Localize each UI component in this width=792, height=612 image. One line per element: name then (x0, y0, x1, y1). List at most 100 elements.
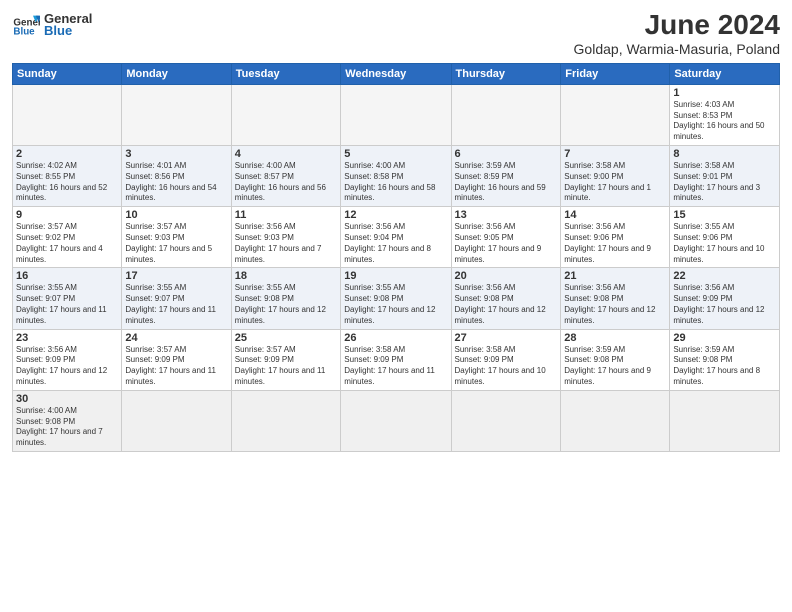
day-number: 30 (16, 393, 118, 405)
day-info: Sunrise: 3:55 AMSunset: 9:07 PMDaylight:… (125, 283, 227, 326)
title-block: June 2024 Goldap, Warmia-Masuria, Poland (574, 10, 780, 57)
day-info: Sunrise: 3:58 AMSunset: 9:00 PMDaylight:… (564, 161, 666, 204)
calendar-cell: 22 Sunrise: 3:56 AMSunset: 9:09 PMDaylig… (670, 268, 780, 329)
day-number: 20 (455, 270, 558, 282)
calendar-cell: 20 Sunrise: 3:56 AMSunset: 9:08 PMDaylig… (451, 268, 561, 329)
svg-text:Blue: Blue (13, 27, 35, 38)
calendar-cell: 5 Sunrise: 4:00 AMSunset: 8:58 PMDayligh… (341, 145, 451, 206)
day-info: Sunrise: 4:03 AMSunset: 8:53 PMDaylight:… (673, 100, 776, 143)
day-number: 6 (455, 148, 558, 160)
calendar-cell: 11 Sunrise: 3:56 AMSunset: 9:03 PMDaylig… (231, 207, 341, 268)
day-number: 10 (125, 209, 227, 221)
day-number: 11 (235, 209, 338, 221)
calendar-cell: 26 Sunrise: 3:58 AMSunset: 9:09 PMDaylig… (341, 329, 451, 390)
day-info: Sunrise: 3:56 AMSunset: 9:08 PMDaylight:… (455, 283, 558, 326)
calendar-cell: 3 Sunrise: 4:01 AMSunset: 8:56 PMDayligh… (122, 145, 231, 206)
day-number: 19 (344, 270, 447, 282)
calendar-cell (13, 84, 122, 145)
calendar-cell: 23 Sunrise: 3:56 AMSunset: 9:09 PMDaylig… (13, 329, 122, 390)
day-number: 25 (235, 332, 338, 344)
day-number: 12 (344, 209, 447, 221)
day-info: Sunrise: 4:00 AMSunset: 8:58 PMDaylight:… (344, 161, 447, 204)
day-info: Sunrise: 3:55 AMSunset: 9:06 PMDaylight:… (673, 222, 776, 265)
day-number: 13 (455, 209, 558, 221)
calendar-cell: 17 Sunrise: 3:55 AMSunset: 9:07 PMDaylig… (122, 268, 231, 329)
day-info: Sunrise: 3:58 AMSunset: 9:09 PMDaylight:… (455, 345, 558, 388)
day-number: 5 (344, 148, 447, 160)
page: General Blue General Blue June 2024 Gold… (0, 0, 792, 612)
calendar-week-row: 16 Sunrise: 3:55 AMSunset: 9:07 PMDaylig… (13, 268, 780, 329)
calendar-table: SundayMondayTuesdayWednesdayThursdayFrid… (12, 63, 780, 452)
calendar-header-thursday: Thursday (451, 63, 561, 84)
day-info: Sunrise: 3:59 AMSunset: 9:08 PMDaylight:… (564, 345, 666, 388)
calendar-cell: 30 Sunrise: 4:00 AMSunset: 9:08 PMDaylig… (13, 390, 122, 451)
calendar-cell: 2 Sunrise: 4:02 AMSunset: 8:55 PMDayligh… (13, 145, 122, 206)
day-info: Sunrise: 3:56 AMSunset: 9:04 PMDaylight:… (344, 222, 447, 265)
calendar-header-friday: Friday (561, 63, 670, 84)
calendar-cell (122, 84, 231, 145)
day-info: Sunrise: 3:56 AMSunset: 9:08 PMDaylight:… (564, 283, 666, 326)
day-info: Sunrise: 3:55 AMSunset: 9:08 PMDaylight:… (235, 283, 338, 326)
day-info: Sunrise: 3:57 AMSunset: 9:09 PMDaylight:… (235, 345, 338, 388)
day-number: 17 (125, 270, 227, 282)
calendar-week-row: 1 Sunrise: 4:03 AMSunset: 8:53 PMDayligh… (13, 84, 780, 145)
header: General Blue General Blue June 2024 Gold… (12, 10, 780, 57)
calendar-cell: 21 Sunrise: 3:56 AMSunset: 9:08 PMDaylig… (561, 268, 670, 329)
day-number: 14 (564, 209, 666, 221)
day-info: Sunrise: 3:55 AMSunset: 9:07 PMDaylight:… (16, 283, 118, 326)
calendar-cell: 7 Sunrise: 3:58 AMSunset: 9:00 PMDayligh… (561, 145, 670, 206)
calendar-cell (231, 390, 341, 451)
calendar-cell: 1 Sunrise: 4:03 AMSunset: 8:53 PMDayligh… (670, 84, 780, 145)
day-number: 18 (235, 270, 338, 282)
calendar-week-row: 30 Sunrise: 4:00 AMSunset: 9:08 PMDaylig… (13, 390, 780, 451)
calendar-cell: 6 Sunrise: 3:59 AMSunset: 8:59 PMDayligh… (451, 145, 561, 206)
day-number: 9 (16, 209, 118, 221)
calendar-cell: 27 Sunrise: 3:58 AMSunset: 9:09 PMDaylig… (451, 329, 561, 390)
calendar-cell: 29 Sunrise: 3:59 AMSunset: 9:08 PMDaylig… (670, 329, 780, 390)
calendar-cell (341, 390, 451, 451)
calendar-cell: 4 Sunrise: 4:00 AMSunset: 8:57 PMDayligh… (231, 145, 341, 206)
day-info: Sunrise: 4:01 AMSunset: 8:56 PMDaylight:… (125, 161, 227, 204)
day-info: Sunrise: 3:55 AMSunset: 9:08 PMDaylight:… (344, 283, 447, 326)
calendar-cell: 16 Sunrise: 3:55 AMSunset: 9:07 PMDaylig… (13, 268, 122, 329)
calendar-cell (451, 84, 561, 145)
calendar-header-tuesday: Tuesday (231, 63, 341, 84)
day-info: Sunrise: 3:56 AMSunset: 9:09 PMDaylight:… (673, 283, 776, 326)
calendar-cell (341, 84, 451, 145)
calendar-cell: 10 Sunrise: 3:57 AMSunset: 9:03 PMDaylig… (122, 207, 231, 268)
day-number: 27 (455, 332, 558, 344)
subtitle: Goldap, Warmia-Masuria, Poland (574, 41, 780, 57)
day-number: 8 (673, 148, 776, 160)
day-info: Sunrise: 3:56 AMSunset: 9:05 PMDaylight:… (455, 222, 558, 265)
calendar-week-row: 2 Sunrise: 4:02 AMSunset: 8:55 PMDayligh… (13, 145, 780, 206)
calendar-header-monday: Monday (122, 63, 231, 84)
calendar-header-saturday: Saturday (670, 63, 780, 84)
day-number: 7 (564, 148, 666, 160)
day-number: 16 (16, 270, 118, 282)
day-info: Sunrise: 3:56 AMSunset: 9:06 PMDaylight:… (564, 222, 666, 265)
calendar-cell: 8 Sunrise: 3:58 AMSunset: 9:01 PMDayligh… (670, 145, 780, 206)
calendar-cell (451, 390, 561, 451)
calendar-cell: 28 Sunrise: 3:59 AMSunset: 9:08 PMDaylig… (561, 329, 670, 390)
calendar-cell: 13 Sunrise: 3:56 AMSunset: 9:05 PMDaylig… (451, 207, 561, 268)
logo: General Blue General Blue (12, 10, 92, 38)
day-info: Sunrise: 3:58 AMSunset: 9:01 PMDaylight:… (673, 161, 776, 204)
calendar-header-wednesday: Wednesday (341, 63, 451, 84)
logo-icon: General Blue (12, 10, 40, 38)
day-number: 2 (16, 148, 118, 160)
day-number: 29 (673, 332, 776, 344)
day-info: Sunrise: 3:59 AMSunset: 8:59 PMDaylight:… (455, 161, 558, 204)
calendar-cell (231, 84, 341, 145)
calendar-cell (122, 390, 231, 451)
day-number: 15 (673, 209, 776, 221)
calendar-week-row: 23 Sunrise: 3:56 AMSunset: 9:09 PMDaylig… (13, 329, 780, 390)
logo-blue: Blue (44, 23, 72, 38)
day-info: Sunrise: 3:57 AMSunset: 9:03 PMDaylight:… (125, 222, 227, 265)
day-info: Sunrise: 3:56 AMSunset: 9:03 PMDaylight:… (235, 222, 338, 265)
calendar-cell (561, 390, 670, 451)
day-info: Sunrise: 3:57 AMSunset: 9:02 PMDaylight:… (16, 222, 118, 265)
calendar-cell: 12 Sunrise: 3:56 AMSunset: 9:04 PMDaylig… (341, 207, 451, 268)
calendar-cell: 19 Sunrise: 3:55 AMSunset: 9:08 PMDaylig… (341, 268, 451, 329)
day-info: Sunrise: 3:59 AMSunset: 9:08 PMDaylight:… (673, 345, 776, 388)
day-number: 1 (673, 87, 776, 99)
